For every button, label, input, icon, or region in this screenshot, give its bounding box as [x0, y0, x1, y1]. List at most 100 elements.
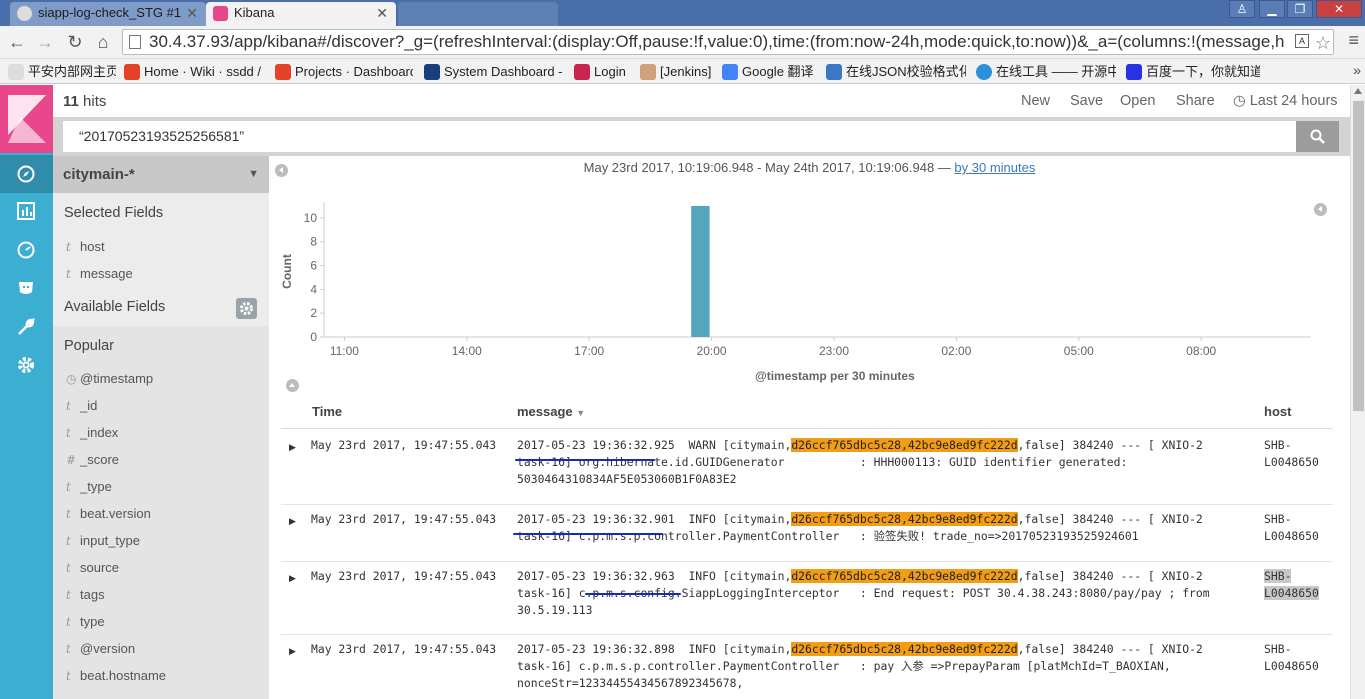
minimize-button[interactable]: ▁	[1259, 0, 1285, 18]
management-gear-icon[interactable]	[0, 346, 53, 384]
row-host: SHB-L0048650	[1264, 642, 1319, 673]
browser-tab-jenkins[interactable]: siapp-log-check_STG #1 ✕	[10, 2, 206, 26]
bookmark-item[interactable]: 在线JSON校验格式化	[826, 63, 966, 81]
discover-nav-icon[interactable]	[0, 155, 53, 193]
url-text: 30.4.37.93/app/kibana#/discover?_g=(refr…	[149, 32, 1285, 51]
close-icon[interactable]: ✕	[376, 2, 388, 24]
expand-row-icon[interactable]: ▶	[289, 516, 296, 527]
bookmark-item[interactable]: [Jenkins]	[640, 63, 716, 81]
bookmark-item[interactable]: 在线工具 —— 开源中	[976, 63, 1116, 81]
bookmark-item[interactable]: Projects · Dashboard	[275, 63, 413, 81]
url-bar[interactable]: 30.4.37.93/app/kibana#/discover?_g=(refr…	[122, 29, 1334, 55]
x-tick-label: 23:00	[819, 344, 849, 358]
browser-tab-kibana[interactable]: Kibana ✕	[206, 2, 396, 26]
field-item[interactable]: t beat.hostname	[64, 666, 264, 686]
field-item[interactable]: t type	[64, 612, 264, 632]
field-type-icon: t	[66, 480, 71, 494]
search-button[interactable]	[1296, 121, 1339, 152]
login-icon	[574, 64, 590, 80]
dashboard-nav-icon[interactable]	[0, 231, 53, 269]
bookmark-item[interactable]: System Dashboard -	[424, 63, 564, 81]
kibana-icon	[213, 6, 228, 21]
collapse-sidebar-icon[interactable]	[275, 164, 288, 177]
field-item[interactable]: t tags	[64, 585, 264, 605]
table-row[interactable]: ▶ May 23rd 2017, 19:47:55.043 2017-05-23 1…	[281, 431, 1333, 505]
pen-annotation	[513, 533, 663, 535]
new-button[interactable]: New	[1021, 93, 1050, 109]
bookmark-item[interactable]: Login	[574, 63, 634, 81]
gitlab-icon	[275, 64, 291, 80]
jenkins-icon	[17, 6, 32, 21]
collapse-chart-icon[interactable]	[286, 379, 299, 392]
field-item[interactable]: t input_type	[64, 531, 264, 551]
field-item[interactable]: t beat.version	[64, 504, 264, 524]
back-icon[interactable]: ←	[6, 32, 28, 54]
field-item[interactable]: t source	[64, 558, 264, 578]
menu-icon[interactable]: ≡	[1348, 30, 1359, 51]
kibana-nav	[0, 85, 53, 699]
bookmarks-more-icon[interactable]: »	[1353, 62, 1361, 78]
y-axis-label: Count	[280, 254, 294, 289]
expand-row-icon[interactable]: ▶	[289, 573, 296, 584]
reload-icon[interactable]: ↻	[64, 32, 86, 54]
pen-annotation	[585, 593, 681, 595]
field-type-icon: t	[66, 426, 71, 440]
table-row[interactable]: ▶ May 23rd 2017, 19:47:55.043 2017-05-23 1…	[281, 562, 1333, 635]
timelion-nav-icon[interactable]	[0, 269, 53, 307]
close-icon[interactable]: ✕	[186, 2, 198, 24]
field-item[interactable]: t _type	[64, 477, 264, 497]
visualize-nav-icon[interactable]	[0, 192, 53, 230]
table-row[interactable]: ▶ May 23rd 2017, 19:47:55.043 2017-05-23 1…	[281, 505, 1333, 562]
column-header-time[interactable]: Time	[312, 404, 342, 419]
bookmark-item[interactable]: 平安内部网主页	[8, 63, 116, 81]
page-scrollbar[interactable]	[1350, 85, 1365, 699]
field-item[interactable]: # _score	[64, 450, 264, 470]
table-row[interactable]: ▶ May 23rd 2017, 19:47:55.043 2017-05-23 1…	[281, 635, 1333, 699]
time-picker-button[interactable]: ◷ Last 24 hours	[1233, 93, 1338, 109]
extension-icon[interactable]: A	[1295, 34, 1309, 48]
kibana-logo[interactable]	[0, 85, 53, 153]
field-name: source	[80, 560, 120, 575]
browser-tab-bar: siapp-log-check_STG #1 ✕ Kibana ✕ ♙ ▁ ❐ …	[0, 0, 1365, 26]
window-close-button[interactable]: ✕	[1316, 0, 1362, 18]
expand-row-icon[interactable]: ▶	[289, 442, 296, 453]
sort-down-icon[interactable]: ▼	[576, 408, 585, 418]
bookmark-item[interactable]: Google 翻译	[722, 63, 818, 81]
field-item[interactable]: t _index	[64, 423, 264, 443]
x-axis-label: @timestamp per 30 minutes	[755, 369, 915, 383]
scroll-thumb[interactable]	[1353, 101, 1364, 411]
field-item[interactable]: ◷ @timestamp	[64, 369, 264, 389]
field-name: _score	[80, 452, 120, 467]
field-item[interactable]: t @version	[64, 639, 264, 659]
home-icon[interactable]: ⌂	[92, 32, 114, 54]
open-button[interactable]: Open	[1120, 93, 1155, 109]
column-header-host[interactable]: host	[1264, 404, 1291, 419]
star-icon[interactable]: ☆	[1315, 31, 1331, 54]
field-item[interactable]: t _id	[64, 396, 264, 416]
bookmark-item[interactable]: 百度一下，你就知道	[1126, 63, 1260, 81]
search-input[interactable]	[63, 121, 1296, 152]
browser-tab-outlook[interactable]	[398, 2, 558, 26]
selected-field-host[interactable]: t host	[64, 237, 264, 257]
column-header-message[interactable]: message ▼	[517, 404, 585, 419]
save-button[interactable]: Save	[1070, 93, 1103, 109]
caret-down-icon: ▼	[248, 168, 259, 180]
interval-link[interactable]: by 30 minutes	[954, 160, 1035, 175]
bookmark-item[interactable]: Home · Wiki · ssdd /	[124, 63, 266, 81]
search-highlight: d26ccf765dbc5c28,42bc9e8ed9fc222d	[791, 512, 1018, 526]
x-tick-label: 05:00	[1064, 344, 1094, 358]
devtools-wrench-icon[interactable]	[0, 308, 53, 346]
index-pattern-select[interactable]: citymain-* ▼	[53, 156, 269, 193]
restore-button[interactable]: ❐	[1287, 0, 1313, 18]
selected-field-message[interactable]: t message	[64, 264, 264, 284]
field-settings-gear-icon[interactable]	[236, 298, 257, 319]
forward-icon[interactable]: →	[34, 32, 56, 54]
popular-fields-section: Popular ◷ @timestamp t _id t _index # _score t _t…	[53, 326, 269, 699]
expand-row-icon[interactable]: ▶	[289, 646, 296, 657]
user-icon[interactable]: ♙	[1229, 0, 1255, 18]
field-sidebar: citymain-* ▼ Selected Fields t host t messa…	[53, 156, 269, 699]
x-tick-label: 17:00	[574, 344, 604, 358]
histogram-chart: 0 2 4 6 8 10 Count 11:00 14:00 17:00 20:00 23:00 02:…	[280, 202, 1311, 358]
scroll-up-icon[interactable]	[1354, 88, 1362, 94]
share-button[interactable]: Share	[1176, 93, 1215, 109]
